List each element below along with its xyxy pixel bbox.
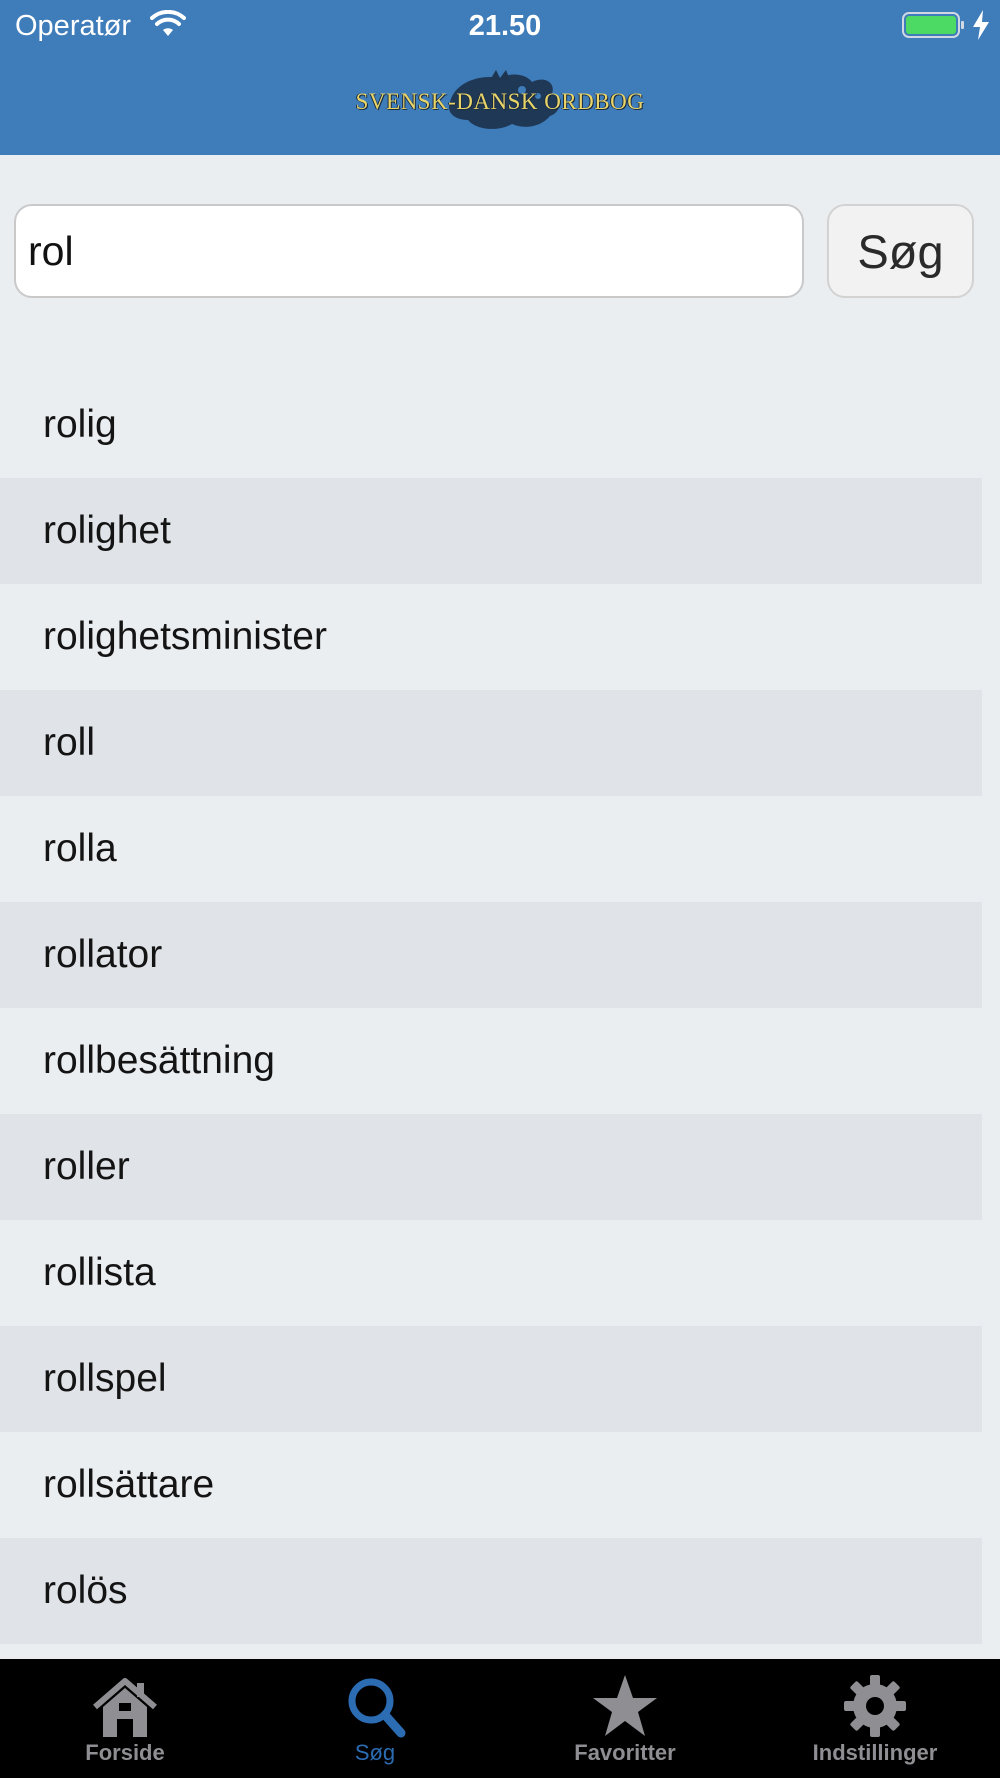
list-item[interactable]: rolighet [0,478,982,584]
search-button[interactable]: Søg [827,204,974,298]
tab-label: Indstillinger [812,1740,938,1765]
list-item[interactable]: rollsättare [0,1432,982,1538]
status-time: 21.50 [468,10,542,42]
star-icon [593,1675,657,1736]
tab-sog[interactable]: Søg [250,1659,500,1778]
screen: Operatør 21.50 SVENSK-DANSK ORDBOG rol S… [0,0,1000,1778]
list-item[interactable]: roller [0,1114,982,1220]
gear-icon [844,1675,906,1737]
tab-label: Favoritter [574,1740,676,1765]
list-item[interactable]: rollbesättning [0,1008,982,1114]
list-item[interactable]: roll [0,690,982,796]
tab-favoritter[interactable]: Favoritter [500,1659,750,1778]
status-bar: Operatør 21.50 [0,0,1000,52]
home-icon [93,1678,157,1737]
tab-label: Søg [354,1740,396,1765]
tab-indstillinger[interactable]: Indstillinger [750,1659,1000,1778]
tab-forside[interactable]: Forside [0,1659,250,1778]
charging-bolt-icon [973,10,989,40]
app-header: Operatør 21.50 SVENSK-DANSK ORDBOG [0,0,1000,155]
list-item[interactable]: rolla [0,796,982,902]
list-item[interactable]: rolös [0,1538,982,1644]
search-icon [348,1678,406,1738]
list-item[interactable]: rolig [0,372,982,478]
list-item[interactable]: rollspel [0,1326,982,1432]
list-item[interactable]: rolighetsminister [0,584,982,690]
results-list: rolig rolighet rolighetsminister roll ro… [0,372,982,1644]
tab-label: Forside [85,1740,165,1765]
list-item[interactable]: rollator [0,902,982,1008]
logo-text: SVENSK-DANSK ORDBOG [355,89,645,114]
battery-icon [902,12,964,38]
app-logo: SVENSK-DANSK ORDBOG [330,68,670,136]
list-item[interactable]: rollista [0,1220,982,1326]
tab-bar: Forside Søg Favoritter Indstillinger [0,1659,1000,1778]
search-input[interactable] [14,204,804,298]
